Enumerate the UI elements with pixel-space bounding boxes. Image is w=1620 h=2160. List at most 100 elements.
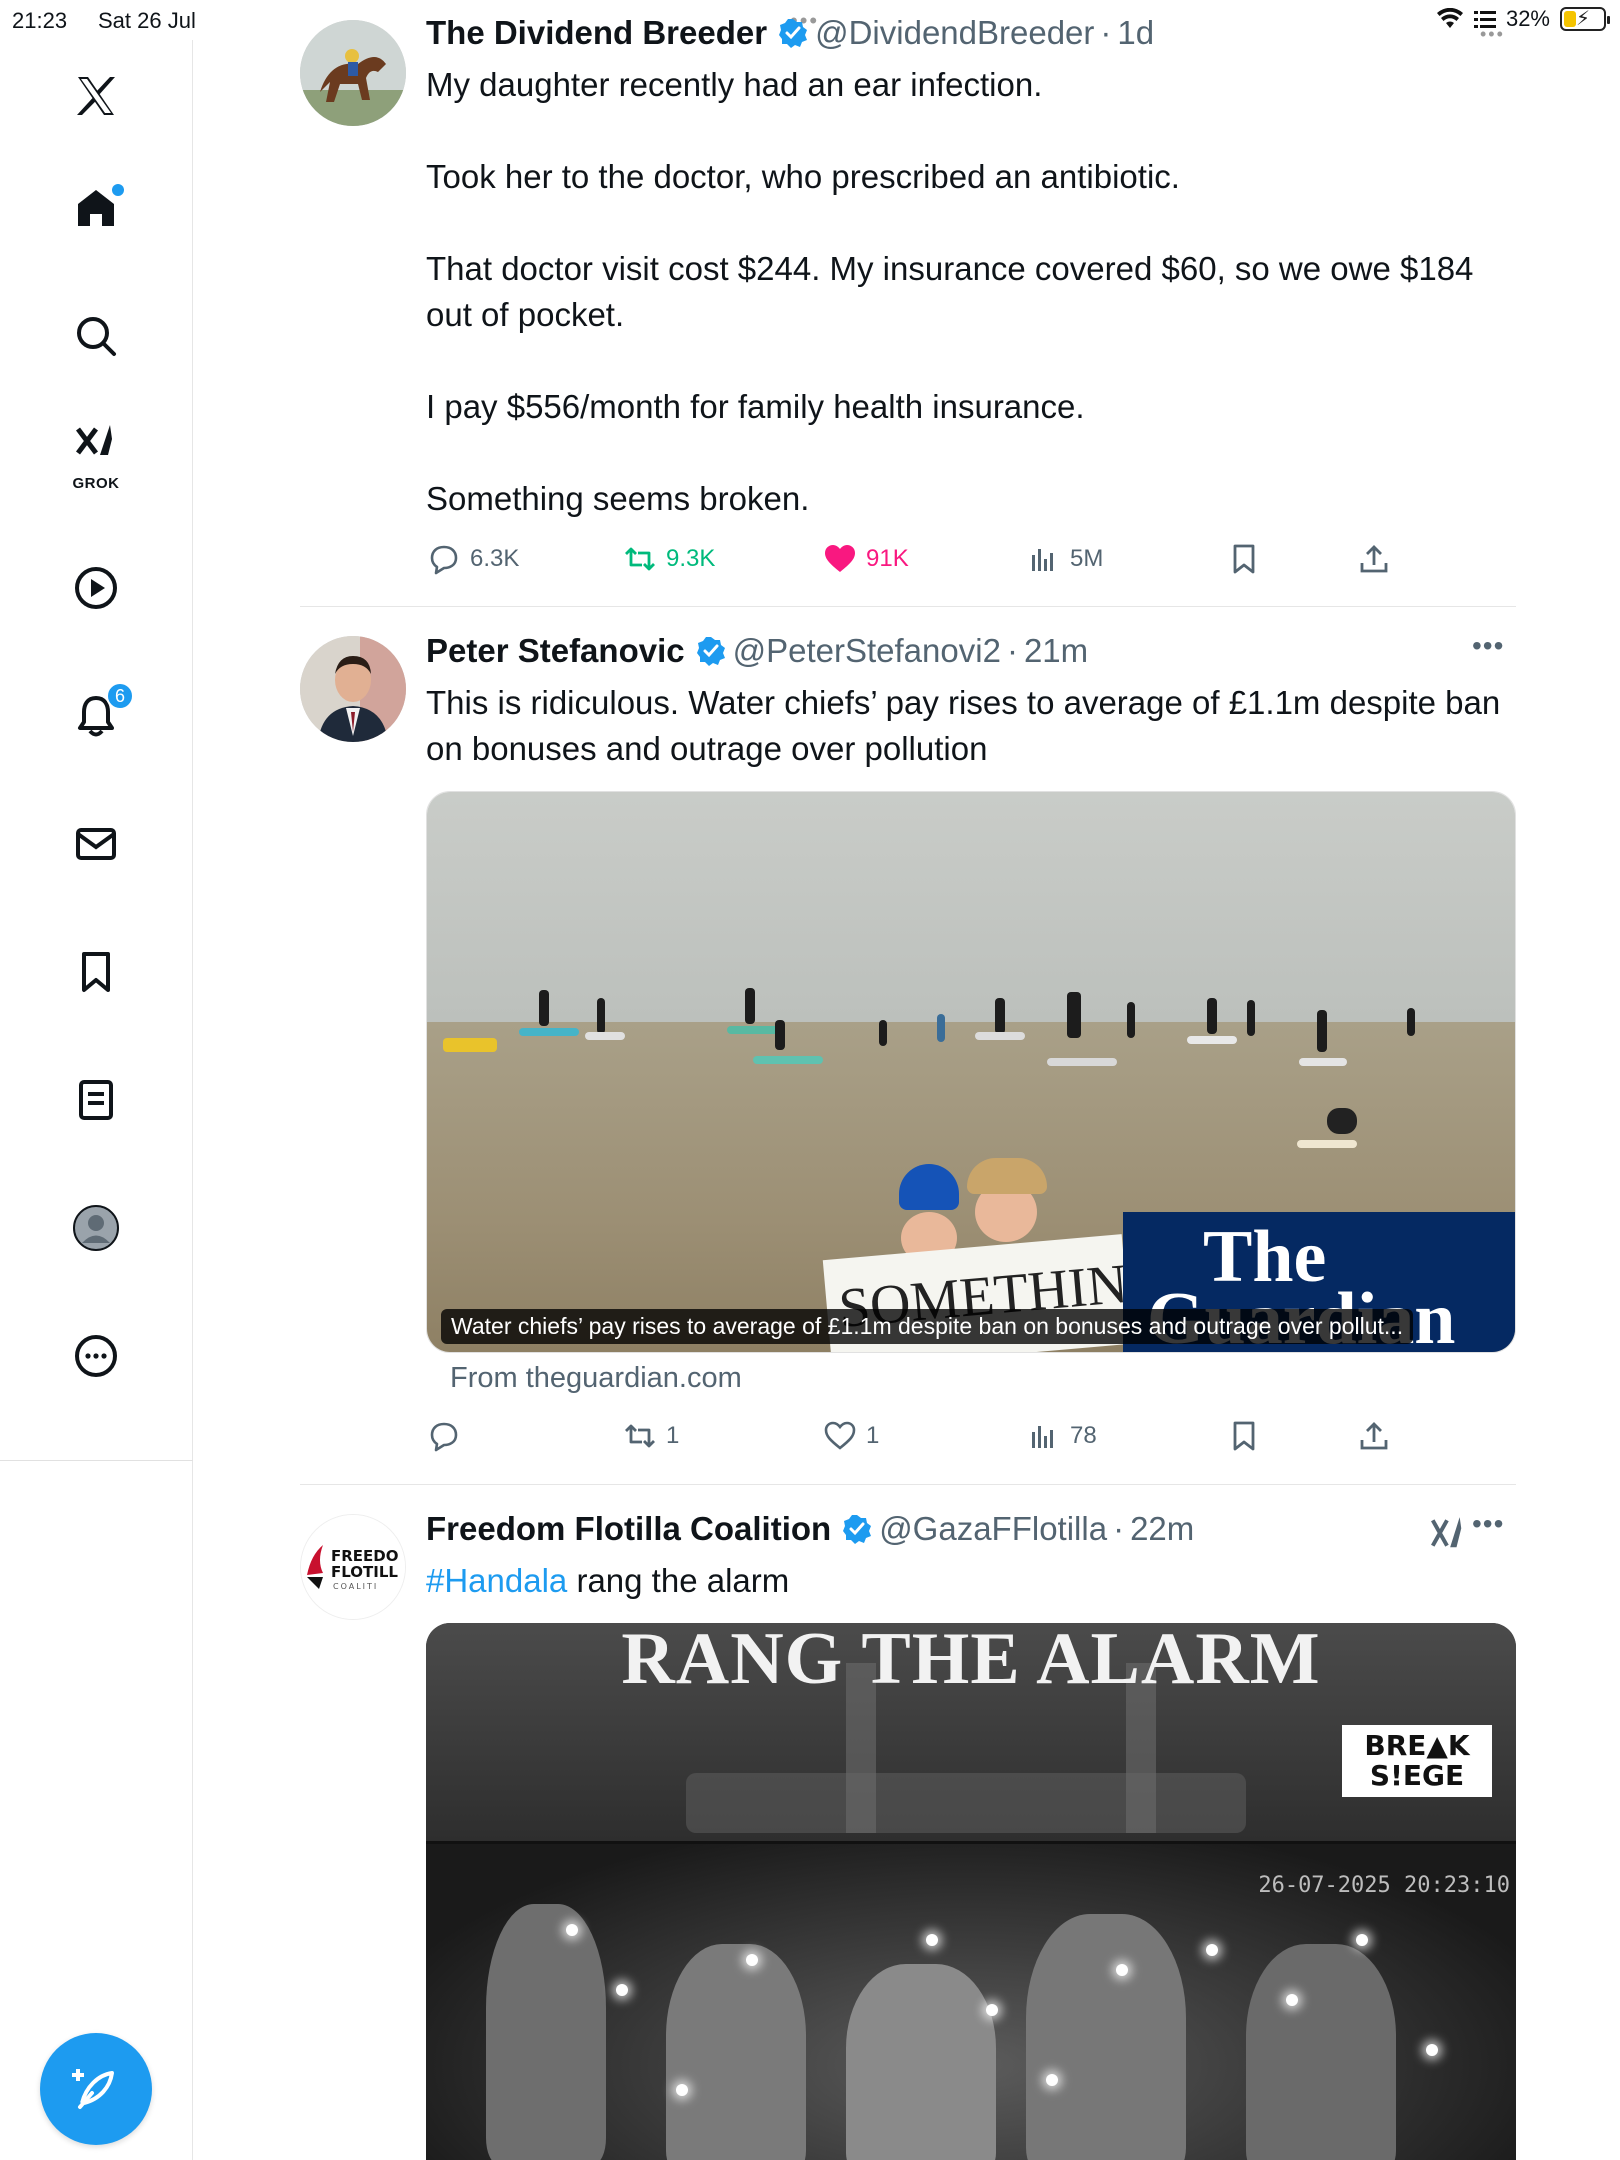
author-name[interactable]: The Dividend Breeder (426, 14, 767, 52)
bookmark-button[interactable] (1226, 535, 1262, 583)
tweet-paragraph: Took her to the doctor, who prescribed a… (426, 158, 1180, 195)
compose-post-button[interactable] (40, 2033, 152, 2145)
x-logo-icon[interactable] (64, 64, 128, 128)
share-icon (1360, 1422, 1388, 1450)
tweet-text: My daughter recently had an ear infectio… (426, 62, 1516, 522)
tweet-time[interactable]: 1d (1117, 14, 1154, 52)
share-button[interactable] (1356, 1412, 1392, 1460)
separator-dot: · (1113, 1510, 1125, 1547)
hashtag-link[interactable]: #Handala (426, 1562, 567, 1599)
svg-text:COALITI: COALITI (333, 1582, 378, 1591)
tweet-text-rest: rang the alarm (567, 1562, 790, 1599)
avatar[interactable] (300, 636, 406, 742)
video-player[interactable]: RANG THE ALARM BRE▲K S!EGE 26-07-2025 20… (426, 1623, 1516, 2160)
break-siege-logo: BRE▲K S!EGE (1342, 1725, 1492, 1797)
repost-icon (625, 1424, 655, 1448)
tweet-header: Peter Stefanovic @PeterStefanovi2 · 21m (426, 632, 1088, 670)
status-date: Sat 26 Jul (98, 8, 196, 33)
tweet-actions: 6.3K 9.3K 91K 5M (426, 535, 1426, 583)
author-handle[interactable]: @GazaFFlotilla (879, 1510, 1107, 1548)
logo-line2: S!EGE (1369, 1759, 1465, 1792)
bookmark-button[interactable] (1226, 1412, 1262, 1460)
avatar[interactable] (300, 20, 406, 126)
sidebar-item-videos[interactable] (64, 556, 128, 620)
author-name[interactable]: Freedom Flotilla Coalition (426, 1510, 831, 1548)
tweet-paragraph: My daughter recently had an ear infectio… (426, 66, 1043, 103)
reply-button[interactable]: 6.3K (426, 535, 519, 583)
sidebar-item-grok[interactable]: GROK (64, 420, 128, 492)
bookmark-icon (1233, 1421, 1255, 1451)
search-icon (77, 317, 116, 356)
sidebar-item-home[interactable] (64, 176, 128, 240)
reply-button[interactable] (426, 1412, 470, 1460)
tweet-time[interactable]: 21m (1024, 632, 1088, 670)
author-handle[interactable]: @DividendBreeder (815, 14, 1094, 52)
tweet-time[interactable]: 22m (1130, 1510, 1194, 1548)
tweet-actions: 1 1 78 (426, 1412, 1426, 1460)
tweet-header: The Dividend Breeder @DividendBreeder · … (426, 14, 1154, 52)
repost-button[interactable]: 1 (622, 1412, 679, 1460)
tweet-header: Freedom Flotilla Coalition @GazaFFlotill… (426, 1510, 1194, 1548)
sidebar-item-lists[interactable] (64, 1068, 128, 1132)
video-headline: RANG THE ALARM (621, 1623, 1321, 1700)
separator-dot: · (1006, 632, 1018, 669)
avatar-icon (73, 1205, 119, 1251)
sidebar-item-bookmarks[interactable] (64, 940, 128, 1004)
card-image-sky (427, 792, 1515, 1022)
tweet-paragraph: Something seems broken. (426, 480, 810, 517)
avatar[interactable]: FREEDO FLOTILL COALITI (300, 1514, 406, 1620)
sidebar: GROK 6 (0, 40, 193, 2160)
tweet-text: This is ridiculous. Water chiefs’ pay ri… (426, 684, 1501, 767)
card-source[interactable]: From theguardian.com (450, 1362, 742, 1395)
video-timestamp: 26-07-2025 20:23:10 (1258, 1873, 1510, 1898)
views-count: 5M (1070, 545, 1104, 572)
verified-badge-icon (779, 19, 808, 48)
grok-icon (76, 425, 112, 455)
status-time: 21:23 (12, 8, 68, 33)
link-card[interactable]: SOMETHING... The Guardian Water chiefs’ … (426, 791, 1516, 1353)
tweet-paragraph: That doctor visit cost $244. My insuranc… (426, 250, 1474, 333)
share-button[interactable] (1356, 535, 1392, 583)
sidebar-divider (0, 1460, 193, 1461)
sidebar-item-notifications[interactable]: 6 (64, 682, 134, 748)
repost-button[interactable]: 9.3K (622, 535, 715, 583)
heart-filled-icon (825, 545, 855, 572)
notifications-badge: 6 (106, 682, 134, 710)
tweet-paragraph: I pay $556/month for family health insur… (426, 388, 1085, 425)
share-icon (1360, 545, 1388, 573)
views-chart-icon (1032, 1426, 1053, 1448)
more-options-icon[interactable]: ••• (1472, 1508, 1504, 1540)
views-count: 78 (1070, 1422, 1097, 1449)
svg-text:FLOTILL: FLOTILL (331, 1563, 398, 1581)
views-button[interactable]: 78 (1026, 1412, 1097, 1460)
verified-badge-icon (843, 1515, 872, 1544)
repost-icon (625, 547, 655, 571)
bookmark-icon (1233, 544, 1255, 574)
list-icon (79, 1080, 113, 1120)
separator-dot: · (1100, 14, 1112, 51)
home-unread-dot (112, 184, 124, 196)
author-name[interactable]: Peter Stefanovic (426, 632, 685, 670)
grok-explain-icon[interactable] (1428, 1514, 1466, 1552)
bookmark-icon (82, 952, 110, 992)
like-button[interactable]: 91K (822, 535, 909, 583)
compose-feather-icon (72, 2069, 114, 2109)
views-button[interactable]: 5M (1026, 535, 1103, 583)
tweet-divider (300, 1484, 1516, 1485)
sidebar-item-profile[interactable] (64, 1196, 128, 1260)
more-options-icon[interactable]: ••• (1472, 630, 1504, 662)
like-button[interactable]: 1 (822, 1412, 879, 1460)
card-image-swimmer-hair (967, 1158, 1047, 1194)
like-count: 1 (866, 1422, 880, 1449)
card-caption: Water chiefs’ pay rises to average of £1… (441, 1309, 1414, 1344)
reply-icon (430, 1422, 458, 1452)
author-handle[interactable]: @PeterStefanovi2 (733, 632, 1001, 670)
grok-label: GROK (72, 475, 120, 492)
sidebar-item-search[interactable] (64, 304, 128, 368)
sidebar-item-more[interactable] (64, 1324, 128, 1388)
repost-count: 1 (666, 1422, 680, 1449)
sidebar-item-messages[interactable] (64, 812, 128, 876)
play-circle-icon (75, 567, 117, 609)
envelope-icon (76, 828, 116, 860)
views-chart-icon (1032, 549, 1053, 571)
